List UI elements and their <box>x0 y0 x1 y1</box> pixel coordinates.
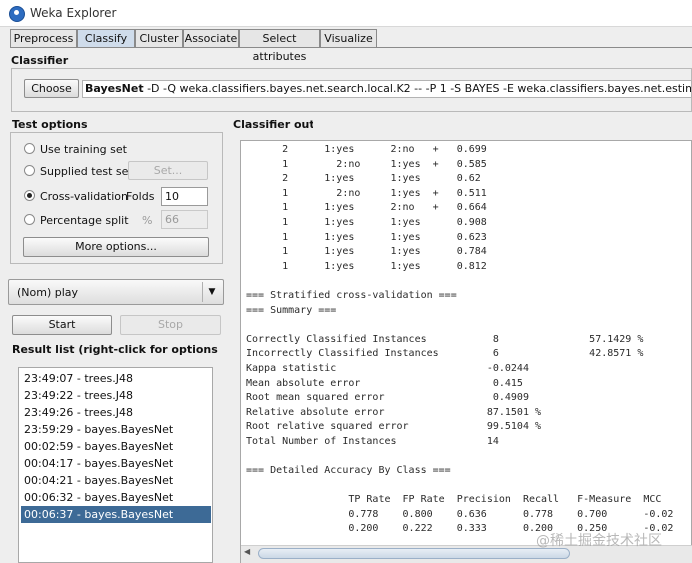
class-attribute-value: (Nom) play <box>17 286 79 299</box>
percent-sign: % <box>142 214 153 227</box>
result-item[interactable]: 00:02:59 - bayes.BayesNet <box>21 438 211 455</box>
test-options-label: Test options <box>12 118 88 131</box>
window-title: Weka Explorer <box>30 6 117 20</box>
tab-associate[interactable]: Associate <box>183 29 239 47</box>
tab-preprocess[interactable]: Preprocess <box>10 29 77 47</box>
cross-validation-radio[interactable] <box>24 190 35 201</box>
class-attribute-select[interactable]: (Nom) play ▼ <box>8 279 224 305</box>
watermark-text: @稀土掘金技术社区 <box>536 533 662 549</box>
classifier-output-area[interactable]: . ..... .... ..... 2 1:yes 2:no + 0.699 … <box>240 140 692 563</box>
result-list[interactable]: 23:49:07 - trees.J48 23:49:22 - trees.J4… <box>18 367 213 563</box>
classifier-output-label: Classifier output <box>233 118 313 131</box>
folds-label: Folds <box>126 190 155 203</box>
cross-validation-label: Cross-validation <box>40 190 128 203</box>
result-item[interactable]: 23:59:29 - bayes.BayesNet <box>21 421 211 438</box>
chevron-down-icon: ▼ <box>202 282 221 302</box>
result-item[interactable]: 00:04:21 - bayes.BayesNet <box>21 472 211 489</box>
start-button[interactable]: Start <box>12 315 112 335</box>
scrollbar-thumb[interactable] <box>258 548 570 559</box>
use-training-set-radio[interactable] <box>24 143 35 154</box>
folds-input[interactable]: 10 <box>161 187 208 206</box>
tab-cluster[interactable]: Cluster <box>135 29 183 47</box>
percentage-split-label: Percentage split <box>40 214 129 227</box>
more-options-button[interactable]: More options... <box>23 237 209 257</box>
classifier-output-text: 2 1:yes 2:no + 0.699 1 2:no 1:yes + 0.58… <box>246 144 674 535</box>
weka-app-icon <box>9 6 25 22</box>
result-item[interactable]: 00:06:32 - bayes.BayesNet <box>21 489 211 506</box>
set-button[interactable]: Set... <box>128 161 208 180</box>
supplied-test-set-label: Supplied test set <box>40 165 133 178</box>
classifier-section-label: Classifier <box>11 54 69 67</box>
result-item[interactable]: 00:04:17 - bayes.BayesNet <box>21 455 211 472</box>
classifier-name: BayesNet <box>85 82 144 95</box>
result-item[interactable]: 23:49:22 - trees.J48 <box>21 387 211 404</box>
supplied-test-set-radio[interactable] <box>24 165 35 176</box>
tab-divider <box>10 47 692 48</box>
use-training-set-label: Use training set <box>40 143 127 156</box>
classifier-config-field[interactable]: BayesNet -D -Q weka.classifiers.bayes.ne… <box>82 80 692 98</box>
scroll-left-icon[interactable]: ◀ <box>244 547 250 556</box>
result-item[interactable]: 23:49:26 - trees.J48 <box>21 404 211 421</box>
tab-classify[interactable]: Classify <box>77 29 135 47</box>
tab-select-attributes[interactable]: Select attributes <box>239 29 320 63</box>
percentage-split-radio[interactable] <box>24 214 35 225</box>
stop-button[interactable]: Stop <box>120 315 221 335</box>
choose-button[interactable]: Choose <box>24 79 79 98</box>
result-item[interactable]: 23:49:07 - trees.J48 <box>21 370 211 387</box>
result-list-label: Result list (right-click for options <box>12 343 218 356</box>
percentage-input[interactable]: 66 <box>161 210 208 229</box>
classifier-options: -D -Q weka.classifiers.bayes.net.search.… <box>147 82 691 95</box>
tab-visualize[interactable]: Visualize <box>320 29 377 47</box>
result-item-selected[interactable]: 00:06:37 - bayes.BayesNet <box>21 506 211 523</box>
